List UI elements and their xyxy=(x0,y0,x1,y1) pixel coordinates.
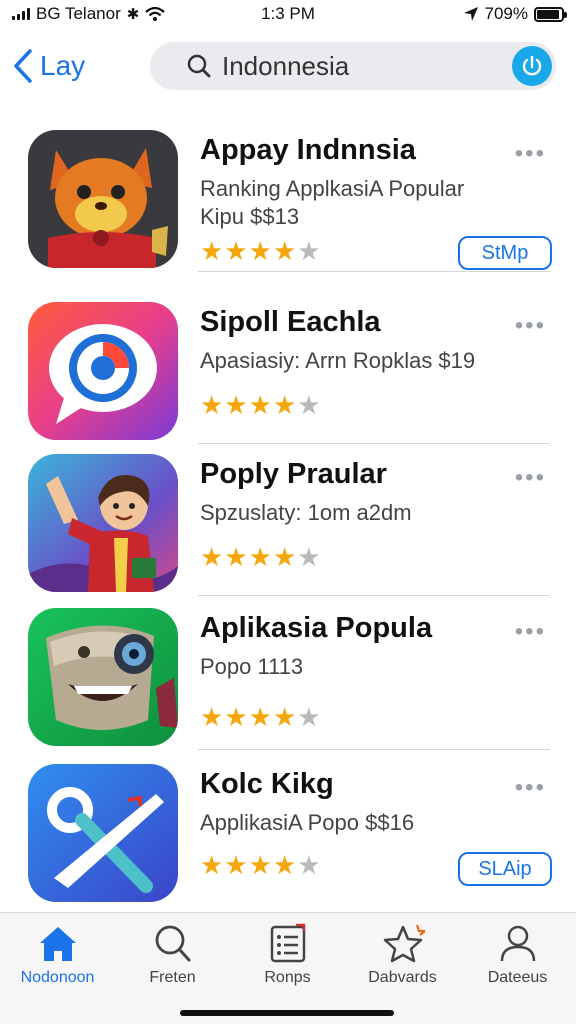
tab-favorites[interactable]: Dabvards xyxy=(345,923,460,987)
waving-boy-icon[interactable] xyxy=(28,454,178,592)
star-icon: ★ xyxy=(224,542,248,572)
person-icon xyxy=(500,925,535,962)
star-rating: ★ ★ ★ ★ ★ xyxy=(200,238,321,264)
tab-list[interactable]: Ronps xyxy=(230,923,345,987)
home-indicator xyxy=(180,1010,394,1016)
search-icon xyxy=(155,925,190,962)
status-bar: BG Telanor ✱ 1:3 PM 709% xyxy=(0,0,576,28)
mic-icon xyxy=(522,55,542,76)
tab-profile[interactable]: Dateeus xyxy=(460,923,575,987)
app-subtitle: Spzuslaty: 1om a2dm xyxy=(200,500,412,525)
search-icon xyxy=(187,54,211,78)
robot-camera-icon[interactable] xyxy=(28,608,178,746)
tab-home[interactable]: Nodonoon xyxy=(0,923,115,987)
chevron-left-icon xyxy=(14,49,32,83)
app-title: Poply Praular xyxy=(200,458,387,490)
list-item[interactable]: Sipoll Eachla Apasiasiy: Arrn Ropklas $1… xyxy=(0,292,576,444)
star-icon: ★ xyxy=(200,542,224,572)
star-icon: ★ xyxy=(272,850,297,880)
star-icon: ★ xyxy=(200,850,224,880)
battery-icon xyxy=(534,6,567,22)
back-label: Lay xyxy=(40,50,86,81)
app-title: Aplikasia Popula xyxy=(200,612,433,644)
star-rating: ★ ★ ★ ★ ★ xyxy=(200,852,321,878)
tab-label: Nodonoon xyxy=(20,969,95,986)
signal-icon xyxy=(12,8,30,20)
star-icon xyxy=(383,924,425,963)
star-icon: ★ xyxy=(224,390,248,420)
star-icon: ★ xyxy=(297,236,321,266)
star-rating: ★ ★ ★ ★ ★ xyxy=(200,544,321,570)
star-icon: ★ xyxy=(248,542,272,572)
tab-label: Dateeus xyxy=(487,969,548,986)
star-icon: ★ xyxy=(248,850,272,880)
star-icon: ★ xyxy=(224,702,248,732)
tab-label: Ronps xyxy=(264,969,311,986)
more-options-icon[interactable]: ••• xyxy=(515,140,546,168)
divider xyxy=(198,749,550,750)
app-title: Kolc Kikg xyxy=(200,768,334,800)
star-icon: ★ xyxy=(248,702,272,732)
chat-bubble-ring-icon[interactable] xyxy=(28,302,178,440)
status-right: 709% xyxy=(463,4,567,24)
app-subtitle: ApplikasiA Popo $$16 xyxy=(200,810,415,835)
nav-bar: Lay xyxy=(0,38,576,94)
list-item[interactable]: Kolc Kikg ApplikasiA Popo $$16 ★ ★ ★ ★ ★ •••… xyxy=(0,754,576,906)
list-item[interactable]: Poply Praular Spzuslaty: 1om a2dm ★ ★ ★ ★ ★ … xyxy=(0,444,576,596)
star-icon: ★ xyxy=(248,390,272,420)
more-options-icon[interactable]: ••• xyxy=(515,618,546,646)
star-icon: ★ xyxy=(272,390,297,420)
home-icon xyxy=(39,927,76,961)
tab-bar: Nodonoon Freten Ronps Dabvards Dateeus xyxy=(0,912,576,1024)
fox-mascot-icon[interactable] xyxy=(28,130,178,268)
battery-percent: 709% xyxy=(484,4,528,23)
scissors-shape-icon[interactable] xyxy=(28,764,178,902)
star-icon: ★ xyxy=(224,850,248,880)
more-options-icon[interactable]: ••• xyxy=(515,774,546,802)
mic-button[interactable] xyxy=(512,46,552,86)
star-icon: ★ xyxy=(297,702,321,732)
list-item[interactable]: Appay Indnnsia Ranking ApplkasiA Popular… xyxy=(0,120,576,272)
star-icon: ★ xyxy=(200,390,224,420)
search-input[interactable] xyxy=(222,50,502,82)
app-title: Sipoll Eachla xyxy=(200,306,381,338)
divider xyxy=(198,271,550,272)
battery-level-fill xyxy=(537,9,559,19)
get-button[interactable]: StMp xyxy=(458,236,552,270)
star-icon: ★ xyxy=(272,702,297,732)
tab-label: Dabvards xyxy=(368,969,437,986)
star-icon: ★ xyxy=(297,390,321,420)
location-arrow-icon xyxy=(463,7,478,21)
app-title: Appay Indnnsia xyxy=(200,134,416,166)
search-bar[interactable] xyxy=(150,42,556,90)
list-icon xyxy=(270,923,305,963)
tab-search[interactable]: Freten xyxy=(115,923,230,987)
back-button[interactable]: Lay xyxy=(10,47,85,85)
star-rating: ★ ★ ★ ★ ★ xyxy=(200,704,321,730)
star-icon: ★ xyxy=(272,542,297,572)
app-subtitle: Ranking ApplkasiA Popular xyxy=(200,176,465,201)
star-icon: ★ xyxy=(248,236,272,266)
app-subtitle: Popo 1113 xyxy=(200,654,304,679)
star-icon: ★ xyxy=(224,236,248,266)
tab-label: Freten xyxy=(149,969,196,986)
more-options-icon[interactable]: ••• xyxy=(515,464,546,492)
star-icon: ★ xyxy=(297,542,321,572)
carrier-label: BG Telanor xyxy=(36,4,121,23)
get-button[interactable]: SLAip xyxy=(458,852,552,886)
app-price: Kipu $$13 xyxy=(200,204,300,229)
star-icon: ★ xyxy=(200,236,224,266)
divider xyxy=(198,595,550,596)
app-subtitle: Apasiasiy: Arrn Ropklas $19 xyxy=(200,348,476,373)
more-options-icon[interactable]: ••• xyxy=(515,312,546,340)
status-left: BG Telanor ✱ xyxy=(12,4,166,24)
star-icon: ★ xyxy=(200,702,224,732)
star-icon: ★ xyxy=(297,850,321,880)
status-time: 1:3 PM xyxy=(261,4,315,23)
star-rating: ★ ★ ★ ★ ★ xyxy=(200,392,321,418)
wifi-icon xyxy=(145,6,166,21)
list-item[interactable]: Aplikasia Popula Popo 1113 ★ ★ ★ ★ ★ ••• xyxy=(0,598,576,750)
bluetooth-icon: ✱ xyxy=(126,6,140,23)
star-icon: ★ xyxy=(272,236,297,266)
